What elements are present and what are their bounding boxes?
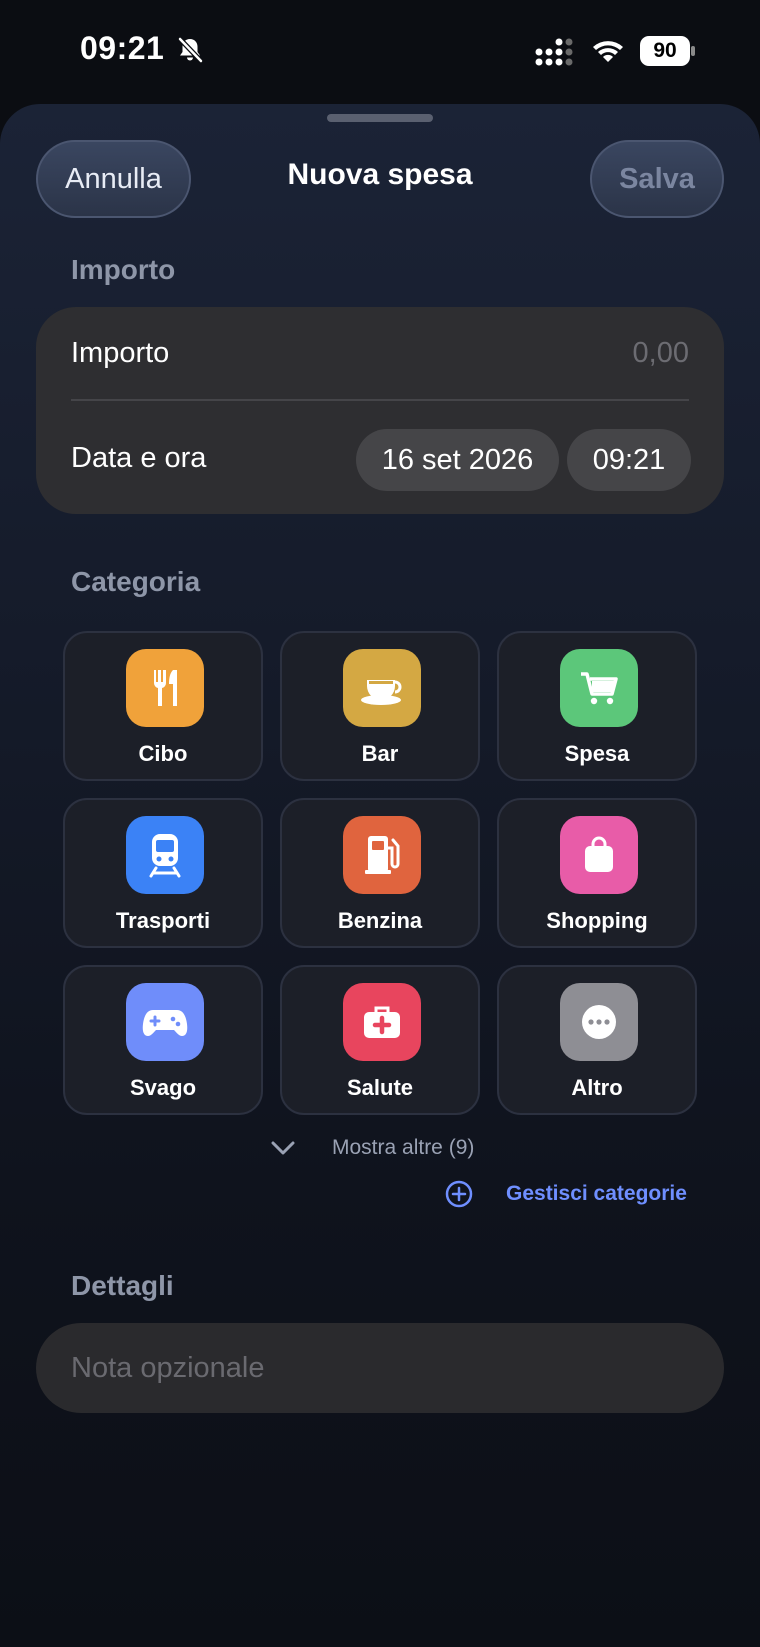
category-tile-altro[interactable]: Altro [497, 965, 697, 1115]
gamepad-icon [126, 983, 204, 1061]
fork-knife-icon [126, 649, 204, 727]
sheet-grabber[interactable] [327, 114, 433, 122]
category-tile-spesa[interactable]: Spesa [497, 631, 697, 781]
datetime-label: Data e ora [71, 442, 207, 474]
category-tile-salute[interactable]: Salute [280, 965, 480, 1115]
category-tile-trasporti[interactable]: Trasporti [63, 798, 263, 948]
amount-card: Importo 0,00 Data e ora 16 set 2026 09:2… [36, 307, 724, 514]
category-tile-bar[interactable]: Bar [280, 631, 480, 781]
ellipsis-icon [560, 983, 638, 1061]
category-label: Bar [361, 741, 399, 766]
amount-section-header: Importo [71, 254, 176, 285]
medical-kit-icon [343, 983, 421, 1061]
category-label: Benzina [337, 908, 423, 933]
show-more-label: Mostra altre (9) [332, 1136, 475, 1159]
amount-field[interactable]: 0,00 [633, 337, 689, 370]
wifi-icon [593, 41, 623, 62]
chevron-down-icon [271, 1141, 295, 1155]
cellular-signal-icon [535, 38, 573, 66]
category-label: Spesa [564, 741, 630, 766]
status-bar: 09:21 90 [0, 0, 760, 100]
category-label: Salute [346, 1075, 414, 1100]
category-label: Altro [571, 1075, 623, 1100]
category-tile-svago[interactable]: Svago [63, 965, 263, 1115]
new-expense-sheet: Annulla Nuova spesa Salva Importo Import… [0, 104, 760, 1647]
time-picker[interactable]: 09:21 [567, 429, 691, 491]
category-tile-benzina[interactable]: Benzina [280, 798, 480, 948]
manage-categories-label: Gestisci categorie [506, 1182, 687, 1205]
category-label: Shopping [546, 908, 648, 933]
divider [71, 399, 689, 401]
category-tile-shopping[interactable]: Shopping [497, 798, 697, 948]
amount-label: Importo [71, 337, 170, 369]
manage-categories-button[interactable]: Gestisci categorie [444, 1176, 687, 1212]
status-time: 09:21 [80, 30, 165, 66]
category-section-header: Categoria [71, 566, 201, 597]
note-field[interactable] [36, 1323, 724, 1413]
coffee-cup-icon [343, 649, 421, 727]
show-more-button[interactable]: Mostra altre (9) [270, 1130, 474, 1166]
plus-circle-icon [445, 1180, 473, 1208]
save-button[interactable]: Salva [590, 140, 724, 218]
details-section-header: Dettagli [71, 1270, 174, 1301]
battery-icon: 90 [640, 36, 695, 66]
fuel-pump-icon [343, 816, 421, 894]
battery-cap [691, 46, 695, 56]
category-label: Trasporti [115, 908, 211, 933]
train-icon [126, 816, 204, 894]
date-picker[interactable]: 16 set 2026 [356, 429, 559, 491]
category-label: Cibo [138, 741, 188, 766]
bell-slash-icon [178, 37, 203, 63]
category-tile-cibo[interactable]: Cibo [63, 631, 263, 781]
shopping-bag-icon [560, 816, 638, 894]
cart-icon [560, 649, 638, 727]
battery-level: 90 [640, 36, 690, 66]
category-label: Svago [129, 1075, 197, 1100]
